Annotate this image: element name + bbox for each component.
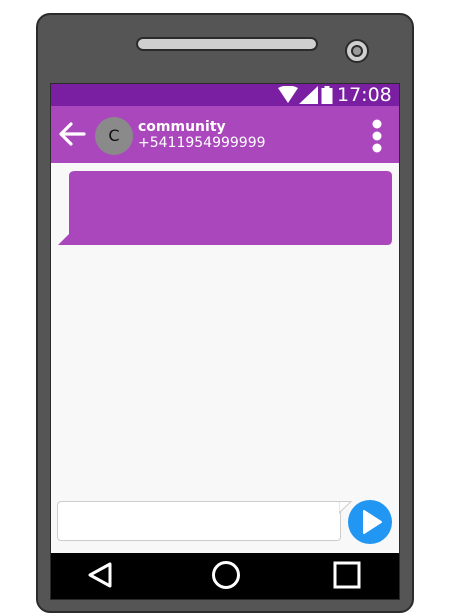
message-input[interactable] <box>57 501 341 541</box>
home-circle-icon <box>212 561 240 589</box>
phone-speaker <box>136 37 318 51</box>
contact-name: community <box>138 119 226 135</box>
back-triangle-icon <box>88 562 112 588</box>
back-arrow-icon[interactable] <box>57 121 87 147</box>
wifi-icon <box>278 86 298 103</box>
nav-home-button[interactable] <box>196 553 256 598</box>
overflow-menu-icon[interactable] <box>369 119 385 153</box>
status-bar: 17:08 <box>51 84 399 106</box>
avatar-letter: C <box>108 126 120 145</box>
cell-signal-icon <box>299 86 318 104</box>
nav-back-button[interactable] <box>70 553 130 598</box>
battery-icon <box>321 86 333 104</box>
conversation-header: C community +5411954999999 <box>51 106 399 163</box>
contact-avatar[interactable]: C <box>95 117 133 155</box>
recents-square-icon <box>333 561 361 589</box>
contact-number: +5411954999999 <box>138 135 266 151</box>
send-button[interactable] <box>348 500 392 544</box>
navigation-bar <box>51 553 399 599</box>
phone-screen: 17:08 C community +5411954999999 <box>50 83 400 600</box>
send-play-icon <box>363 510 382 534</box>
message-bubble <box>58 171 392 245</box>
nav-recents-button[interactable] <box>317 553 377 598</box>
status-clock: 17:08 <box>337 84 392 106</box>
phone-camera-lens <box>351 45 363 57</box>
